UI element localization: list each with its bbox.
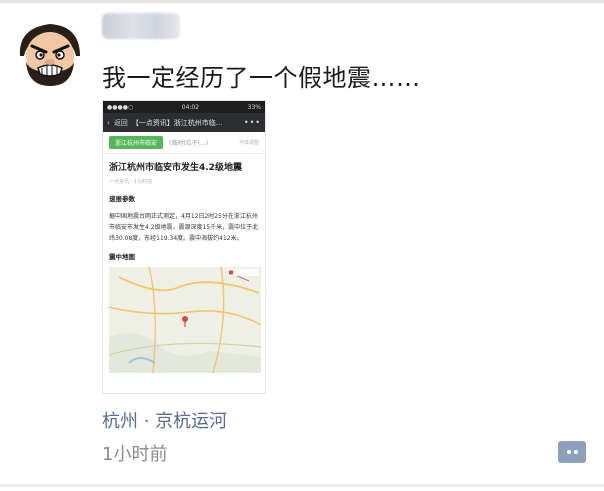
tab-third: 字体调整 <box>238 140 259 146</box>
status-time: 04:02 <box>181 103 200 111</box>
more-icon: ••• <box>243 118 261 127</box>
section-heading-map: 震中地图 <box>109 253 135 261</box>
location-link[interactable]: 杭州 · 京杭运河 <box>102 407 227 433</box>
username-text <box>102 10 180 42</box>
post-time: 1小时前 <box>102 444 168 465</box>
signal-icon: ●●●●○ <box>107 103 134 111</box>
tab-second: (临时)位于(...) <box>169 140 209 147</box>
nav-title: 【一点资讯】浙江杭州市临... <box>131 118 223 127</box>
article-meta: 一点资讯 · 1小时前 <box>109 179 152 185</box>
back-chevron-icon: ‹ <box>107 118 110 127</box>
epicenter-map <box>109 267 261 373</box>
article-content: 浙江杭州市临安市发生4.2级地震 一点资讯 · 1小时前 速报参数 据中国地震台… <box>103 160 265 373</box>
article-nav-bar: ‹ 返回 【一点资讯】浙江杭州市临... ••• <box>103 113 265 132</box>
back-label: 返回 <box>113 118 128 127</box>
top-divider <box>0 0 604 3</box>
bottom-divider <box>0 484 604 487</box>
status-battery: 33% <box>247 103 261 111</box>
shared-article-screenshot[interactable]: ●●●●○ 04:02 33% ‹ 返回 【一点资讯】浙江杭州市临... •••… <box>102 100 266 394</box>
article-tabs: 浙江杭州市临安 (临时)位于(...) 字体调整 <box>103 132 265 154</box>
article-body: 据中国地震台网正式测定，4月12日2时25分在浙江杭州市临安市发生4.2级地震，… <box>109 213 259 242</box>
avatar[interactable] <box>14 16 86 88</box>
article-title: 浙江杭州市临安市发生4.2级地震 <box>109 163 242 173</box>
comment-icon[interactable] <box>558 441 586 463</box>
comment-dot <box>566 450 571 454</box>
tab-active: 浙江杭州市临安 <box>109 136 164 149</box>
comment-dot <box>573 450 578 454</box>
phone-status-bar: ●●●●○ 04:02 33% <box>103 101 265 113</box>
section-heading-params: 速报参数 <box>109 195 135 203</box>
post-text: 我一定经历了一个假地震…… <box>102 64 421 92</box>
username[interactable] <box>102 10 180 42</box>
